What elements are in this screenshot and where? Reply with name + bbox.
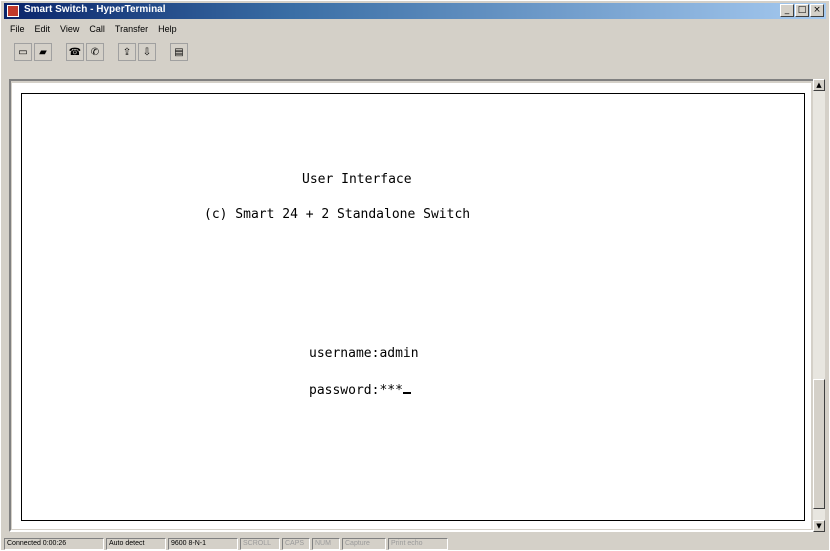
scroll-up-arrow-icon[interactable]: ▲: [813, 79, 825, 91]
new-icon[interactable]: ▭: [14, 43, 32, 61]
menu-transfer[interactable]: Transfer: [115, 21, 148, 37]
status-num: NUM: [312, 538, 340, 550]
status-scroll: SCROLL: [240, 538, 280, 550]
toolbar: ▭ ▰ ☎ ✆ ⇪ ⇩ ▤: [4, 41, 188, 63]
status-auto-detect: Auto detect: [106, 538, 166, 550]
title-bar[interactable]: Smart Switch - HyperTerminal _ □ ×: [4, 3, 826, 19]
terminal-copyright-line: (c) Smart 24 + 2 Standalone Switch: [204, 207, 471, 222]
username-label: username:: [309, 346, 380, 361]
window-title: Smart Switch - HyperTerminal: [24, 4, 166, 15]
status-connected: Connected 0:00:26: [4, 538, 104, 550]
menu-view[interactable]: View: [60, 21, 79, 37]
menu-file[interactable]: File: [10, 21, 25, 37]
menu-bar: File Edit View Call Transfer Help: [4, 21, 177, 37]
window-controls: _ □ ×: [780, 4, 824, 17]
hyperterminal-app-icon: [7, 5, 19, 17]
open-icon[interactable]: ▰: [34, 43, 52, 61]
menu-help[interactable]: Help: [158, 21, 177, 37]
maximize-button[interactable]: □: [795, 4, 809, 17]
password-value: ***: [379, 383, 403, 398]
scroll-down-arrow-icon[interactable]: ▼: [813, 520, 825, 532]
password-line: password:***: [309, 380, 411, 398]
minimize-button[interactable]: _: [780, 4, 794, 17]
close-button[interactable]: ×: [810, 4, 824, 17]
properties-icon[interactable]: ▤: [170, 43, 188, 61]
send-icon[interactable]: ⇪: [118, 43, 136, 61]
scroll-thumb[interactable]: [813, 379, 825, 509]
status-caps: CAPS: [282, 538, 310, 550]
username-line: username:admin: [309, 346, 419, 361]
connect-icon[interactable]: ☎: [66, 43, 84, 61]
text-cursor: [402, 380, 411, 394]
password-label: password:: [309, 383, 380, 398]
menu-call[interactable]: Call: [89, 21, 105, 37]
terminal-screen[interactable]: User Interface (c) Smart 24 + 2 Standalo…: [21, 93, 805, 521]
status-port-settings: 9600 8-N-1: [168, 538, 238, 550]
menu-edit[interactable]: Edit: [35, 21, 51, 37]
status-bar: Connected 0:00:26 Auto detect 9600 8-N-1…: [4, 538, 826, 550]
vertical-scrollbar[interactable]: ▲ ▼: [813, 79, 825, 532]
receive-icon[interactable]: ⇩: [138, 43, 156, 61]
terminal-title-line: User Interface: [302, 172, 412, 187]
hyperterminal-window: Smart Switch - HyperTerminal _ □ × File …: [0, 0, 830, 551]
username-value: admin: [379, 346, 419, 361]
status-print-echo: Print echo: [388, 538, 448, 550]
disconnect-icon[interactable]: ✆: [86, 43, 104, 61]
status-capture: Capture: [342, 538, 386, 550]
